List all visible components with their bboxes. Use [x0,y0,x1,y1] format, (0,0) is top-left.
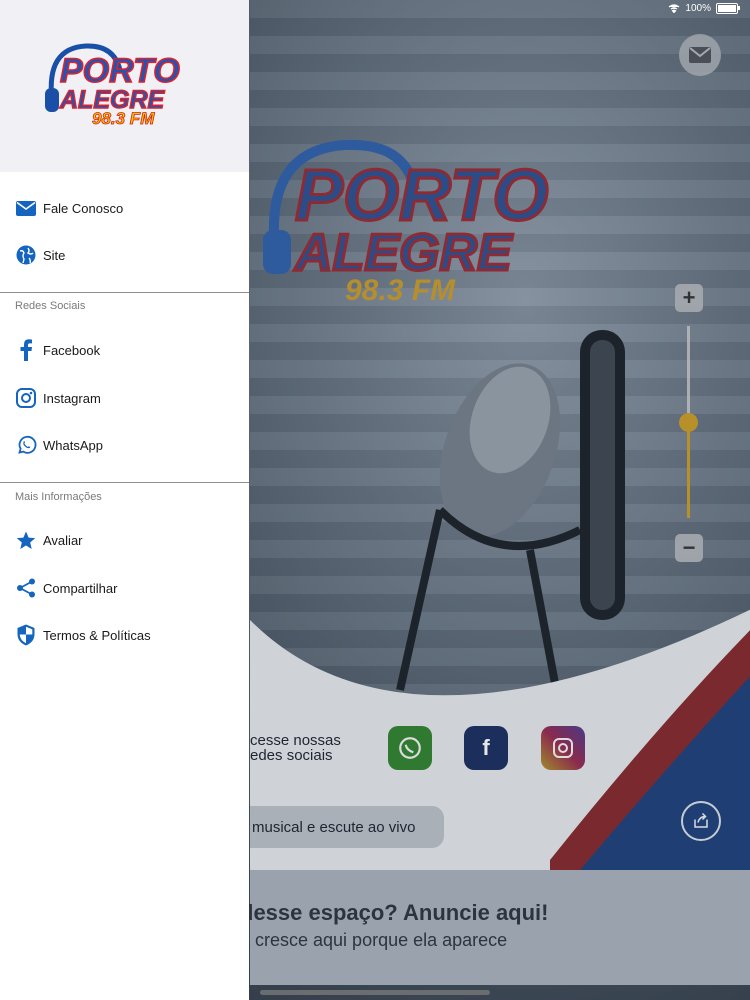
status-bar: 100% [668,3,740,14]
wifi-icon [669,4,680,13]
program-pill[interactable]: musical e escute ao vivo [250,806,444,848]
volume-down-button[interactable]: − [675,534,703,562]
bg-facebook-button[interactable]: f [464,726,508,770]
menu-item-termos[interactable]: Termos & Políticas [0,613,249,657]
menu-item-fale-conosco[interactable]: Fale Conosco [0,186,249,230]
share-icon [15,577,37,599]
menu-item-facebook[interactable]: Facebook [0,328,249,372]
star-icon [15,529,37,551]
shield-icon [15,624,37,646]
whatsapp-icon [15,434,37,456]
svg-text:PORTO: PORTO [60,52,180,90]
share-icon [694,812,708,828]
instagram-icon [15,387,37,409]
volume-up-button[interactable]: + [675,284,703,312]
section-title-social: Redes Sociais [15,300,86,312]
drawer-header: PORTO ALEGRE 98.3 FM [0,0,249,172]
bg-instagram-button[interactable] [541,726,585,770]
menu-item-label: Site [43,247,66,263]
menu-item-instagram[interactable]: Instagram [0,376,249,420]
battery-level [718,5,736,12]
mail-icon [15,197,37,219]
whatsapp-icon [399,737,421,759]
share-button[interactable] [681,801,721,841]
home-indicator [260,990,490,995]
ad-banner[interactable]: desse espaço? Anuncie aqui! a cresce aqu… [240,870,750,985]
battery-percent: 100% [685,3,711,14]
menu-item-label: Instagram [43,390,101,406]
menu-item-label: WhatsApp [43,437,103,453]
station-logo: PORTO ALEGRE 98.3 FM [45,43,180,128]
menu-item-site[interactable]: Site [0,233,249,277]
battery-icon [716,3,740,14]
divider [0,292,249,293]
menu-item-label: Facebook [43,342,101,358]
social-invite-text: cesse nossas edes sociais [250,732,341,764]
menu-item-compartilhar[interactable]: Compartilhar [0,566,249,610]
menu-item-avaliar[interactable]: Avaliar [0,518,249,562]
menu-item-label: Compartilhar [43,580,118,596]
facebook-icon: f [482,735,490,760]
svg-text:98.3 FM: 98.3 FM [92,109,155,128]
menu-item-label: Termos & Políticas [43,627,151,643]
facebook-icon [15,339,37,361]
menu-item-label: Fale Conosco [43,200,124,216]
bg-whatsapp-button[interactable] [388,726,432,770]
volume-fill [687,422,690,518]
side-drawer: PORTO ALEGRE 98.3 FM Fale Conosco Site R… [0,0,249,1000]
globe-icon [15,244,37,266]
menu-item-label: Avaliar [43,532,83,548]
volume-knob[interactable] [679,412,698,432]
section-title-more: Mais Informações [15,491,102,503]
contact-mail-button[interactable] [679,34,721,76]
divider [0,482,249,483]
instagram-icon [553,738,573,758]
menu-item-whatsapp[interactable]: WhatsApp [0,423,249,467]
svg-text:98.3 FM: 98.3 FM [345,274,456,307]
mail-icon [689,47,711,63]
station-logo-large: PORTO ALEGRE 98.3 FM [263,139,550,307]
